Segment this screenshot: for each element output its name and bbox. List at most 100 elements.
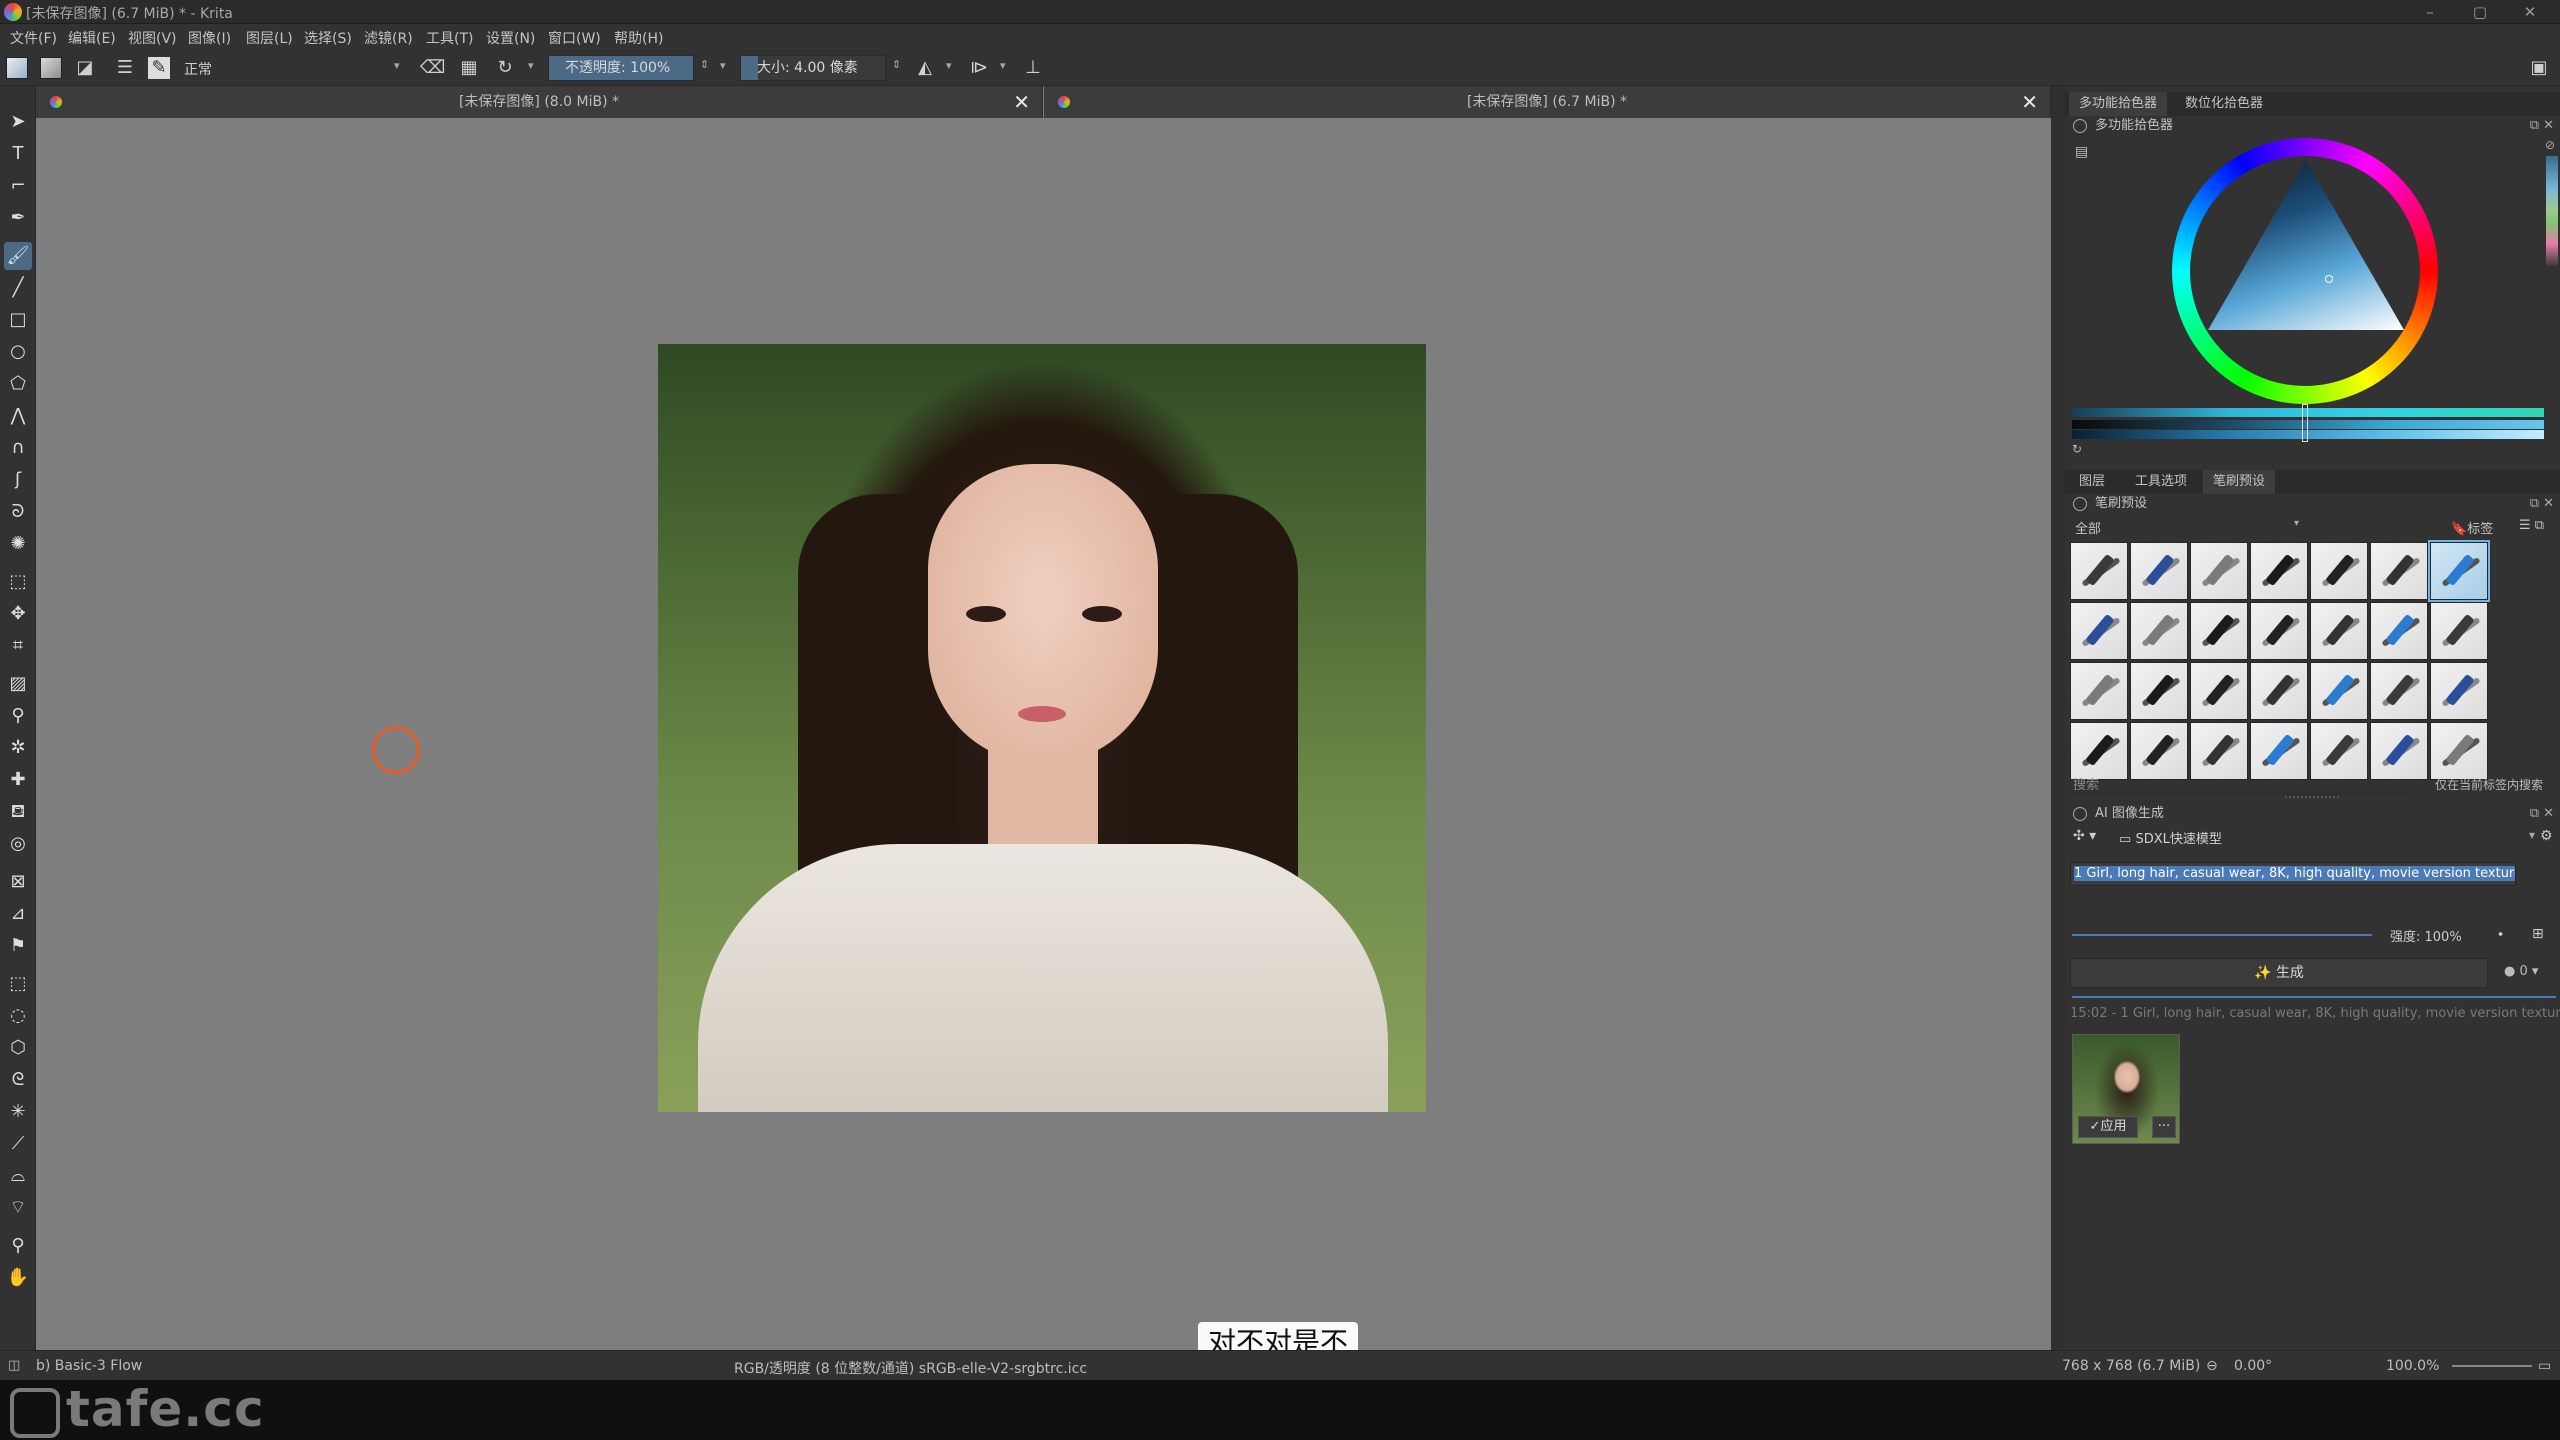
tab-tool-options[interactable]: 工具选项 xyxy=(2125,470,2197,494)
brush-view-mode-icon[interactable]: ☰ ⧉ xyxy=(2519,518,2544,533)
menu-settings[interactable]: 设置(N) xyxy=(486,28,535,48)
color-slider-1[interactable] xyxy=(2072,408,2544,417)
region-icon[interactable]: ⬩ xyxy=(2498,926,2503,942)
apply-button[interactable]: ✓应用 xyxy=(2078,1116,2138,1138)
brush-preset-26[interactable] xyxy=(2310,722,2368,780)
vertical-scrollbar[interactable] xyxy=(2051,86,2065,1380)
brush-preset-4[interactable] xyxy=(2250,542,2308,600)
color-slider-3[interactable] xyxy=(2072,430,2544,439)
blend-mode-select[interactable]: 正常 xyxy=(184,59,212,79)
search-in-tag-checkbox[interactable]: 仅在当前标签内搜索 xyxy=(2435,776,2543,793)
reference-images-tool-icon[interactable]: ⚑ xyxy=(4,932,32,960)
gradient-tool-icon[interactable]: ▨ xyxy=(4,670,32,698)
mirror-v-chevron-icon[interactable]: ▾ xyxy=(1000,59,1006,72)
similar-select-tool-icon[interactable]: ⟋ xyxy=(4,1130,32,1158)
dynamic-brush-tool-icon[interactable]: ᘐ xyxy=(4,498,32,526)
pattern-icon[interactable] xyxy=(40,57,62,79)
brush-preset-24[interactable] xyxy=(2190,722,2248,780)
wrap-around-icon[interactable]: ⊥ xyxy=(1022,57,1044,79)
brush-preset-6[interactable] xyxy=(2370,542,2428,600)
enclose-fill-tool-icon[interactable]: ◎ xyxy=(4,830,32,858)
brush-preset-14[interactable] xyxy=(2430,602,2488,660)
brush-preset-3[interactable] xyxy=(2190,542,2248,600)
text-tool-icon[interactable]: T xyxy=(4,140,32,168)
calligraphy-tool-icon[interactable]: ✒ xyxy=(4,204,32,232)
size-stepper-icon[interactable]: ⇕ xyxy=(892,58,901,71)
measure-tool-icon[interactable]: ⊿ xyxy=(4,900,32,928)
mirror-horizontal-icon[interactable]: ◭ xyxy=(914,57,936,79)
brush-preset-15[interactable] xyxy=(2070,662,2128,720)
model-select-chevron-icon[interactable]: ▾ xyxy=(2529,828,2535,842)
brush-tag-button[interactable]: 🔖标签 xyxy=(2451,518,2493,537)
rectangle-tool-icon[interactable]: □ xyxy=(4,306,32,334)
image-size[interactable]: 768 x 768 (6.7 MiB) xyxy=(2062,1358,2200,1374)
fg-bg-color-icon[interactable]: ◪ xyxy=(74,57,96,79)
menu-select[interactable]: 选择(S) xyxy=(304,28,352,48)
generate-button[interactable]: ✨ 生成 xyxy=(2070,958,2488,988)
brush-preset-10[interactable] xyxy=(2190,602,2248,660)
panel-lock-icon[interactable] xyxy=(2073,119,2087,133)
brush-preset-5[interactable] xyxy=(2310,542,2368,600)
color-slider-handle[interactable] xyxy=(2302,404,2308,442)
brush-preset-19[interactable] xyxy=(2310,662,2368,720)
document-tab-1[interactable]: [未保存图像] (8.0 MiB) * ✕ xyxy=(36,86,1043,118)
brush-preset-icon[interactable]: ✎ xyxy=(148,57,170,79)
brush-panel-float-close-icon[interactable]: ⧉ ✕ xyxy=(2530,494,2554,514)
reset-color-icon[interactable]: ↻ xyxy=(2072,442,2082,456)
bezier-select-tool-icon[interactable]: ⌓ xyxy=(4,1162,32,1190)
polygon-tool-icon[interactable]: ⬠ xyxy=(4,370,32,398)
panel-splitter[interactable] xyxy=(2285,796,2339,800)
recent-colors-strip[interactable] xyxy=(2546,156,2558,266)
menu-help[interactable]: 帮助(H) xyxy=(614,28,663,48)
strength-spinbox[interactable]: 强度: 100% xyxy=(2390,926,2462,945)
multibrush-tool-icon[interactable]: ✺ xyxy=(4,530,32,558)
rotation-value[interactable]: 0.00° xyxy=(2234,1358,2272,1374)
minimize-button[interactable]: – xyxy=(2405,0,2455,24)
menu-file[interactable]: 文件(F) xyxy=(10,28,57,48)
brush-preset-2[interactable] xyxy=(2130,542,2188,600)
brush-preset-12[interactable] xyxy=(2310,602,2368,660)
brush-preset-17[interactable] xyxy=(2190,662,2248,720)
contiguous-select-tool-icon[interactable]: ✳ xyxy=(4,1098,32,1126)
freehand-path-tool-icon[interactable]: ʃ xyxy=(4,466,32,494)
prompt-input[interactable]: 1 Girl, long hair, casual wear, 8K, high… xyxy=(2070,862,2516,886)
generation-mode-icon[interactable]: ✣ ▾ xyxy=(2073,828,2096,844)
brush-settings-icon[interactable]: ☰ xyxy=(114,57,136,79)
brush-preset-16[interactable] xyxy=(2130,662,2188,720)
current-brush-name[interactable]: b) Basic-3 Flow xyxy=(36,1358,142,1374)
brush-search-field[interactable]: 搜索 xyxy=(2073,774,2413,794)
control-layers-icon[interactable]: ⊞ xyxy=(2532,926,2544,942)
maximize-button[interactable]: ▢ xyxy=(2455,0,2505,24)
canvas-only-icon[interactable]: ▭ xyxy=(2538,1358,2551,1374)
menu-tools[interactable]: 工具(T) xyxy=(426,28,473,48)
document-tab-2[interactable]: [未保存图像] (6.7 MiB) * ✕ xyxy=(1044,86,2051,118)
color-slider-2[interactable] xyxy=(2072,420,2544,429)
line-tool-icon[interactable]: ╱ xyxy=(4,274,32,302)
brush-preset-23[interactable] xyxy=(2130,722,2188,780)
model-select[interactable]: ▭ SDXL快速模型 xyxy=(2119,828,2560,848)
more-options-button[interactable]: ··· xyxy=(2152,1116,2176,1138)
panel-float-close-icon[interactable]: ⧉ ✕ xyxy=(2530,116,2554,136)
ai-settings-gear-icon[interactable]: ⚙ xyxy=(2540,828,2553,844)
alpha-lock-icon[interactable]: ▦ xyxy=(458,57,480,79)
colorize-mask-tool-icon[interactable]: ✲ xyxy=(4,734,32,762)
mirror-vertical-icon[interactable]: ⧐ xyxy=(968,57,990,79)
smart-patch-tool-icon[interactable]: ✚ xyxy=(4,766,32,794)
brush-preset-21[interactable] xyxy=(2430,662,2488,720)
brush-preset-25[interactable] xyxy=(2250,722,2308,780)
rotation-icon[interactable]: ⊖ xyxy=(2206,1358,2218,1374)
menu-image[interactable]: 图像(I) xyxy=(188,28,231,48)
zoom-value[interactable]: 100.0% xyxy=(2386,1358,2439,1374)
gradient-icon[interactable] xyxy=(6,57,28,79)
zoom-tool-icon[interactable]: ⚲ xyxy=(4,1232,32,1260)
workspace-icon[interactable]: ▣ xyxy=(2528,57,2550,79)
pan-tool-icon[interactable]: ✋ xyxy=(4,1264,32,1292)
mirror-h-chevron-icon[interactable]: ▾ xyxy=(946,59,952,72)
brush-preset-27[interactable] xyxy=(2370,722,2428,780)
brush-preset-8[interactable] xyxy=(2070,602,2128,660)
menu-view[interactable]: 视图(V) xyxy=(128,28,177,48)
brush-preset-22[interactable] xyxy=(2070,722,2128,780)
tab-advanced-color-selector[interactable]: 多功能拾色器 xyxy=(2069,92,2168,116)
tab-layers[interactable]: 图层 xyxy=(2069,470,2115,494)
color-settings-icon[interactable]: ▤ xyxy=(2075,144,2088,160)
